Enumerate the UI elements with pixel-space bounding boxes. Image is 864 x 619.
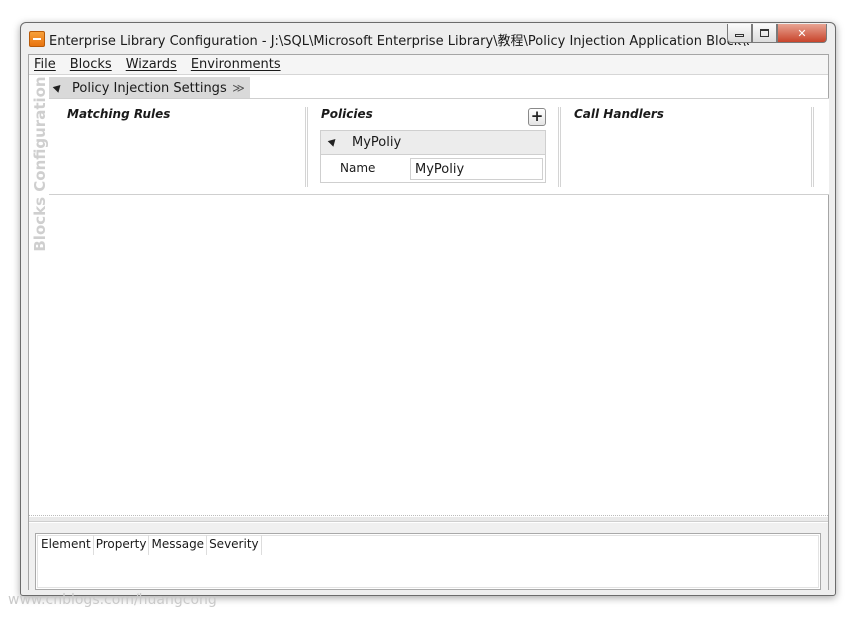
policy-injection-settings-header[interactable]: Policy Injection Settings ≫	[49, 77, 250, 99]
column-header-property[interactable]: Property	[94, 535, 150, 555]
minimize-icon	[735, 34, 744, 37]
policy-header[interactable]: MyPoliy	[321, 131, 545, 155]
minimize-button[interactable]	[727, 24, 752, 43]
close-button[interactable]: ✕	[777, 24, 827, 43]
column-divider[interactable]	[558, 107, 561, 187]
column-header-severity[interactable]: Severity	[207, 535, 262, 555]
menu-wizards[interactable]: Wizards	[126, 57, 177, 72]
menu-file[interactable]: File	[34, 57, 56, 72]
name-property-label: Name	[340, 161, 376, 175]
window-title: Enterprise Library Configuration - J:\SQ…	[49, 34, 749, 49]
collapse-chevron-icon[interactable]: ≫	[230, 79, 247, 96]
expand-triangle-icon[interactable]	[327, 136, 339, 147]
matching-rules-heading: Matching Rules	[67, 107, 171, 121]
settings-area: Matching Rules Policies + MyPoliy Name C…	[49, 98, 829, 195]
column-divider[interactable]	[811, 107, 814, 187]
app-icon[interactable]	[29, 31, 45, 47]
call-handlers-heading: Call Handlers	[574, 107, 664, 121]
policies-heading: Policies	[321, 107, 373, 121]
maximize-button[interactable]	[752, 24, 777, 43]
client-area: File Blocks Wizards Environments Blocks …	[28, 54, 829, 590]
maximize-icon	[760, 29, 769, 37]
name-property-input[interactable]	[410, 158, 543, 180]
add-policy-button[interactable]: +	[528, 108, 546, 126]
section-title: Policy Injection Settings	[72, 80, 227, 96]
app-window: Enterprise Library Configuration - J:\SQ…	[20, 22, 836, 596]
expand-triangle-icon[interactable]	[52, 81, 64, 93]
validation-grid[interactable]: Element Property Message Severity	[35, 533, 821, 590]
blocks-configuration-label: Blocks Configuration	[31, 76, 49, 252]
page: Enterprise Library Configuration - J:\SQ…	[0, 0, 864, 619]
grid-header: Element Property Message Severity	[39, 535, 262, 555]
pane-splitter[interactable]	[29, 517, 828, 522]
menu-blocks[interactable]: Blocks	[70, 57, 112, 72]
validation-pane: Element Property Message Severity	[29, 523, 828, 590]
column-header-message[interactable]: Message	[149, 535, 208, 555]
watermark: www.cnblogs.com/huangcong	[8, 592, 217, 608]
title-bar[interactable]: Enterprise Library Configuration - J:\SQ…	[21, 23, 835, 53]
menu-environments[interactable]: Environments	[191, 57, 281, 72]
designer-surface: Blocks Configuration Policy Injection Se…	[29, 76, 829, 516]
menu-bar: File Blocks Wizards Environments	[29, 55, 828, 75]
policy-card: MyPoliy Name	[320, 130, 546, 183]
column-divider[interactable]	[305, 107, 308, 187]
blocks-configuration-text: Blocks Configuration	[31, 76, 49, 252]
close-icon: ✕	[797, 26, 807, 40]
policy-name: MyPoliy	[352, 135, 402, 150]
column-header-element[interactable]: Element	[39, 535, 94, 555]
